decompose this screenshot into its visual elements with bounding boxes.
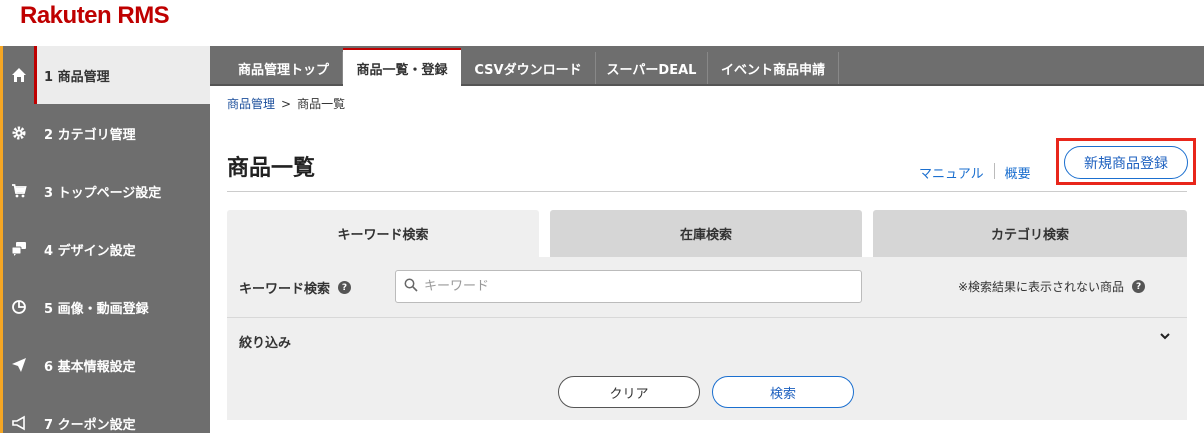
gear-icon xyxy=(3,104,34,162)
sidebar-item-label: 1 商品管理 xyxy=(34,46,110,104)
sidebar-item-label: 3 トップページ設定 xyxy=(44,185,162,201)
sidebar: 1 商品管理 2 カテゴリ管理 3 トップページ設定 4 デザイン設定 5 画像… xyxy=(3,46,210,433)
manual-link[interactable]: マニュアル xyxy=(919,163,984,182)
sidebar-item-label: 2 カテゴリ管理 xyxy=(44,127,136,143)
tab-super-deal[interactable]: スーパーDEAL xyxy=(596,52,708,84)
breadcrumb-separator: > xyxy=(281,97,292,111)
cart-icon xyxy=(3,162,34,220)
help-question-icon[interactable]: ? xyxy=(1132,280,1146,293)
sidebar-item-category-management[interactable]: 2 カテゴリ管理 xyxy=(3,104,210,162)
tab-event-product-application[interactable]: イベント商品申請 xyxy=(708,52,839,84)
tab-product-list-register[interactable]: 商品一覧・登録 xyxy=(343,48,461,86)
paper-plane-icon xyxy=(3,336,34,394)
overview-link[interactable]: 概要 xyxy=(1005,163,1031,182)
sidebar-item-basic-info-settings[interactable]: 6 基本情報設定 xyxy=(3,336,210,394)
keyword-input[interactable] xyxy=(424,279,844,294)
sidebar-item-label: 7 クーポン設定 xyxy=(44,417,136,433)
sidebar-item-image-video-upload[interactable]: 5 画像・動画登録 xyxy=(3,278,210,336)
tab-category-search[interactable]: カテゴリ検索 xyxy=(873,210,1187,257)
clear-button[interactable]: クリア xyxy=(558,376,700,408)
sidebar-item-design-settings[interactable]: 4 デザイン設定 xyxy=(3,220,210,278)
top-navigation: 商品管理トップ 商品一覧・登録 CSVダウンロード スーパーDEAL イベント商… xyxy=(210,46,1204,86)
search-button[interactable]: 検索 xyxy=(712,376,854,408)
chat-icon xyxy=(3,220,34,278)
tab-product-management-top[interactable]: 商品管理トップ xyxy=(225,52,343,84)
link-divider xyxy=(993,163,995,179)
help-question-icon[interactable]: ? xyxy=(338,281,352,294)
megaphone-icon xyxy=(3,394,34,433)
tab-inventory-search[interactable]: 在庫検索 xyxy=(550,210,862,257)
keyword-search-label: キーワード検索 ? xyxy=(239,278,352,297)
sidebar-item-label: 5 画像・動画登録 xyxy=(44,301,149,317)
search-panel: キーワード検索 ? ※検索結果に表示されない商品 ? 絞り込み クリア 検索 xyxy=(227,257,1187,420)
home-icon xyxy=(3,46,34,104)
keyword-search-field[interactable] xyxy=(395,270,862,303)
sidebar-item-coupon-settings[interactable]: 7 クーポン設定 xyxy=(3,394,210,433)
keyword-search-label-text: キーワード検索 xyxy=(239,282,331,297)
tab-csv-download[interactable]: CSVダウンロード xyxy=(461,52,596,84)
title-divider xyxy=(227,191,1187,192)
sidebar-item-label: 6 基本情報設定 xyxy=(44,359,136,375)
breadcrumb-link-product-management[interactable]: 商品管理 xyxy=(227,97,275,111)
filter-label[interactable]: 絞り込み xyxy=(239,332,291,351)
sidebar-item-top-page-settings[interactable]: 3 トップページ設定 xyxy=(3,162,210,220)
hidden-items-note[interactable]: ※検索結果に表示されない商品 ? xyxy=(958,278,1146,295)
pie-chart-icon xyxy=(3,278,34,336)
search-icon xyxy=(404,278,418,296)
help-links: マニュアル 概要 xyxy=(919,163,1031,182)
breadcrumb-current: 商品一覧 xyxy=(297,97,346,111)
rakuten-rms-logo[interactable]: Rakuten RMS xyxy=(20,2,170,30)
hidden-items-note-text: ※検索結果に表示されない商品 xyxy=(958,280,1125,294)
chevron-down-icon[interactable] xyxy=(1159,330,1171,346)
panel-divider xyxy=(227,317,1187,318)
page-title: 商品一覧 xyxy=(227,156,316,181)
sidebar-item-label: 4 デザイン設定 xyxy=(44,243,136,259)
sidebar-item-product-management[interactable]: 1 商品管理 xyxy=(3,46,210,104)
header: Rakuten RMS xyxy=(0,0,1204,46)
tab-keyword-search[interactable]: キーワード検索 xyxy=(227,210,539,257)
new-product-register-button[interactable]: 新規商品登録 xyxy=(1064,146,1188,179)
breadcrumb: 商品管理 > 商品一覧 xyxy=(227,95,345,112)
